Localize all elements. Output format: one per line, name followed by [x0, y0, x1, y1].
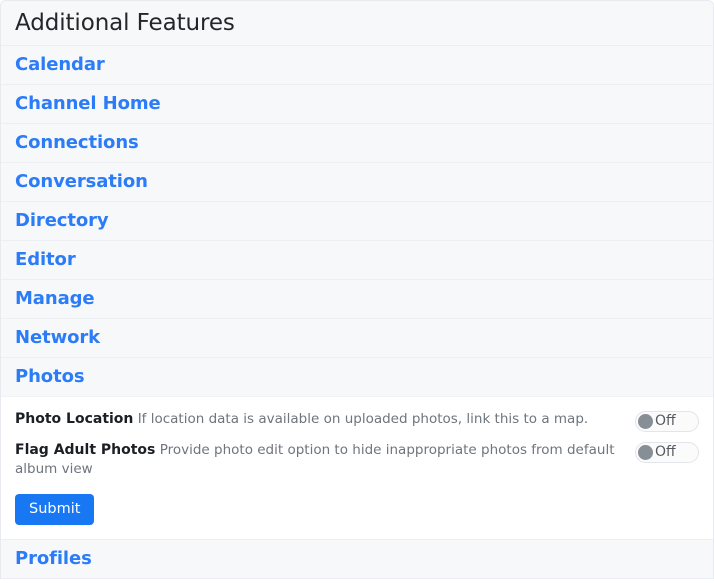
- additional-features-card: Additional Features Calendar Channel Hom…: [0, 0, 714, 579]
- setting-label-flag-adult-photos: Flag Adult Photos: [15, 442, 156, 458]
- accordion-item-directory: Directory: [1, 202, 713, 241]
- accordion-item-conversation: Conversation: [1, 163, 713, 202]
- accordion-header-connections[interactable]: Connections: [1, 124, 713, 162]
- accordion-label-photos: Photos: [15, 366, 85, 387]
- accordion-header-network[interactable]: Network: [1, 319, 713, 357]
- accordion-header-editor[interactable]: Editor: [1, 241, 713, 279]
- accordion-label-channel-home: Channel Home: [15, 93, 161, 114]
- accordion-label-manage: Manage: [15, 288, 95, 309]
- setting-description-photo-location: Photo Location If location data is avail…: [15, 409, 635, 429]
- submit-button[interactable]: Submit: [15, 494, 95, 525]
- setting-label-photo-location: Photo Location: [15, 411, 134, 427]
- accordion-header-calendar[interactable]: Calendar: [1, 46, 713, 84]
- accordion-header-profiles[interactable]: Profiles: [1, 540, 713, 578]
- accordion-item-manage: Manage: [1, 280, 713, 319]
- accordion-label-editor: Editor: [15, 249, 76, 270]
- toggle-flag-adult-photos[interactable]: Off: [635, 442, 699, 463]
- accordion-item-editor: Editor: [1, 241, 713, 280]
- accordion-header-manage[interactable]: Manage: [1, 280, 713, 318]
- setting-help-photo-location: If location data is available on uploade…: [137, 411, 589, 427]
- toggle-knob-icon: [638, 445, 653, 460]
- accordion-item-connections: Connections: [1, 124, 713, 163]
- setting-description-flag-adult-photos: Flag Adult Photos Provide photo edit opt…: [15, 440, 635, 479]
- page-title: Additional Features: [15, 10, 235, 36]
- accordion-label-calendar: Calendar: [15, 54, 105, 75]
- toggle-state-photo-location: Off: [655, 413, 676, 429]
- accordion-label-connections: Connections: [15, 132, 139, 153]
- accordion-label-profiles: Profiles: [15, 548, 92, 569]
- accordion-header-conversation[interactable]: Conversation: [1, 163, 713, 201]
- submit-button-container: Submit: [15, 483, 699, 525]
- accordion-item-profiles: Profiles: [1, 540, 713, 579]
- accordion-item-calendar: Calendar: [1, 46, 713, 85]
- setting-row-photo-location: Photo Location If location data is avail…: [15, 406, 699, 437]
- accordion-header-channel-home[interactable]: Channel Home: [1, 85, 713, 123]
- setting-row-flag-adult-photos: Flag Adult Photos Provide photo edit opt…: [15, 437, 699, 483]
- toggle-photo-location[interactable]: Off: [635, 411, 699, 432]
- accordion-label-directory: Directory: [15, 210, 109, 231]
- accordion-header-photos[interactable]: Photos: [1, 358, 713, 396]
- accordion-label-network: Network: [15, 327, 101, 348]
- accordion-header-directory[interactable]: Directory: [1, 202, 713, 240]
- accordion-item-network: Network: [1, 319, 713, 358]
- toggle-knob-icon: [638, 414, 653, 429]
- accordion-label-conversation: Conversation: [15, 171, 148, 192]
- accordion-item-photos: Photos Photo Location If location data i…: [1, 358, 713, 540]
- photos-settings-panel: Photo Location If location data is avail…: [1, 396, 713, 539]
- accordion-item-channel-home: Channel Home: [1, 85, 713, 124]
- card-header: Additional Features: [1, 1, 713, 46]
- toggle-state-flag-adult-photos: Off: [655, 444, 676, 460]
